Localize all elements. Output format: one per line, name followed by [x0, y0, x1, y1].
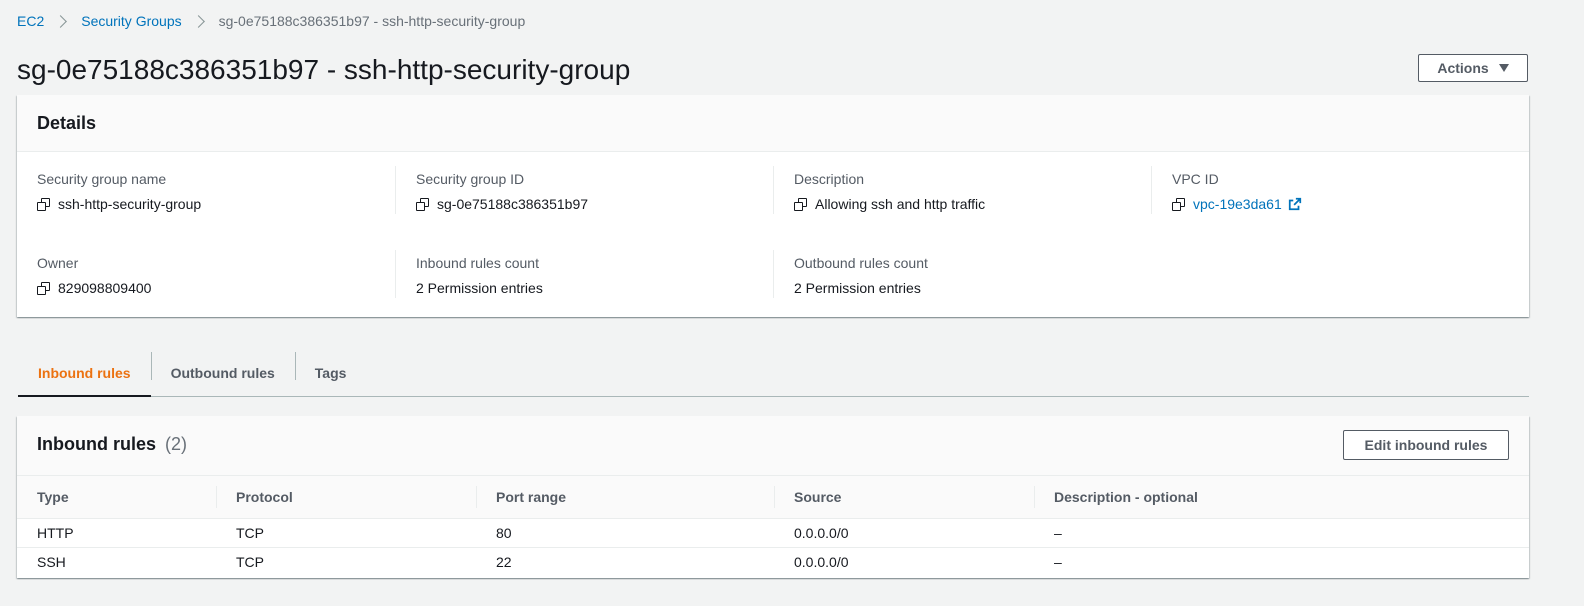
- breadcrumb: EC2 Security Groups sg-0e75188c386351b97…: [17, 11, 525, 31]
- field-label: Security group ID: [416, 171, 525, 187]
- tab-inbound-rules[interactable]: Inbound rules: [18, 351, 151, 397]
- inbound-rules-title-text: Inbound rules: [37, 434, 156, 454]
- description-value: Allowing ssh and http traffic: [815, 196, 986, 212]
- external-link-icon[interactable]: [1288, 197, 1302, 211]
- field-value: vpc-19e3da61: [1172, 195, 1529, 213]
- cell-port-range: 80: [496, 524, 512, 541]
- column-header-protocol[interactable]: Protocol: [216, 476, 476, 518]
- edit-inbound-rules-button[interactable]: Edit inbound rules: [1343, 430, 1509, 460]
- table-row: SSH TCP 22 0.0.0.0/0 –: [17, 547, 1529, 576]
- actions-button-label: Actions: [1437, 60, 1489, 76]
- copy-icon[interactable]: [1172, 197, 1185, 211]
- field-value: 2 Permission entries: [794, 280, 921, 296]
- breadcrumb-ec2-link[interactable]: EC2: [17, 13, 44, 29]
- column-header-source[interactable]: Source: [774, 476, 1034, 518]
- owner-value: 829098809400: [58, 280, 152, 296]
- field-label: VPC ID: [1172, 171, 1219, 187]
- inbound-rules-table: Type Protocol Port range Source Descript…: [17, 476, 1529, 576]
- field-value: 2 Permission entries: [416, 280, 543, 296]
- copy-icon[interactable]: [37, 281, 50, 295]
- inbound-rules-count: (2): [165, 434, 188, 454]
- page-title: sg-0e75188c386351b97 - ssh-http-security…: [17, 54, 631, 85]
- field-security-group-name: Security group name ssh-http-security-gr…: [17, 170, 395, 213]
- field-label: Owner: [37, 255, 79, 271]
- copy-icon[interactable]: [416, 197, 429, 211]
- table-header-row: Type Protocol Port range Source Descript…: [17, 476, 1529, 518]
- field-value: Allowing ssh and http traffic: [794, 195, 1151, 213]
- cell-type: HTTP: [37, 524, 74, 541]
- copy-icon[interactable]: [37, 197, 50, 211]
- inbound-rules-panel: Inbound rules (2) Edit inbound rules Typ…: [17, 416, 1529, 578]
- table-row: HTTP TCP 80 0.0.0.0/0 –: [17, 518, 1529, 547]
- caret-down-icon: [1498, 64, 1509, 72]
- cell-protocol: TCP: [236, 553, 264, 570]
- tab-tags[interactable]: Tags: [294, 351, 367, 395]
- field-outbound-rules-count: Outbound rules count 2 Permission entrie…: [773, 250, 1151, 298]
- cell-source: 0.0.0.0/0: [794, 553, 849, 570]
- field-label: Security group name: [37, 171, 167, 187]
- column-header-type[interactable]: Type: [17, 476, 216, 518]
- field-inbound-rules-count: Inbound rules count 2 Permission entries: [395, 250, 773, 298]
- details-title: Details: [17, 95, 1529, 152]
- cell-type: SSH: [37, 553, 66, 570]
- actions-button[interactable]: Actions: [1418, 54, 1528, 82]
- field-owner: Owner 829098809400: [17, 254, 395, 297]
- vpc-id-link[interactable]: vpc-19e3da61: [1193, 195, 1282, 213]
- field-security-group-id: Security group ID sg-0e75188c386351b97: [395, 166, 773, 214]
- tab-bar: Inbound rules Outbound rules Tags: [18, 351, 1529, 397]
- field-vpc-id: VPC ID vpc-19e3da61: [1151, 166, 1529, 214]
- field-label: Description: [794, 171, 865, 187]
- security-group-name-value: ssh-http-security-group: [58, 196, 202, 212]
- copy-icon[interactable]: [794, 197, 807, 211]
- column-header-port-range[interactable]: Port range: [476, 476, 774, 518]
- tab-outbound-rules[interactable]: Outbound rules: [150, 351, 295, 395]
- field-value: sg-0e75188c386351b97: [416, 195, 773, 213]
- cell-port-range: 22: [496, 553, 512, 570]
- security-group-id-value: sg-0e75188c386351b97: [437, 196, 589, 212]
- breadcrumb-current: sg-0e75188c386351b97 - ssh-http-security…: [218, 13, 526, 29]
- chevron-right-icon: [54, 14, 68, 28]
- column-header-description[interactable]: Description - optional: [1034, 476, 1529, 518]
- cell-protocol: TCP: [236, 524, 264, 541]
- breadcrumb-security-groups-link[interactable]: Security Groups: [81, 13, 181, 29]
- chevron-right-icon: [191, 14, 205, 28]
- cell-source: 0.0.0.0/0: [794, 524, 849, 541]
- cell-description: –: [1054, 553, 1062, 570]
- cell-description: –: [1054, 524, 1062, 541]
- inbound-rules-title: Inbound rules (2): [37, 434, 187, 455]
- field-label: Inbound rules count: [416, 255, 539, 271]
- inbound-rules-header: Inbound rules (2) Edit inbound rules: [17, 416, 1529, 476]
- details-panel: Details Security group name ssh-http-sec…: [17, 95, 1529, 317]
- field-description: Description Allowing ssh and http traffi…: [773, 166, 1151, 214]
- field-value: ssh-http-security-group: [37, 195, 395, 213]
- field-label: Outbound rules count: [794, 255, 928, 271]
- field-value: 829098809400: [37, 279, 395, 297]
